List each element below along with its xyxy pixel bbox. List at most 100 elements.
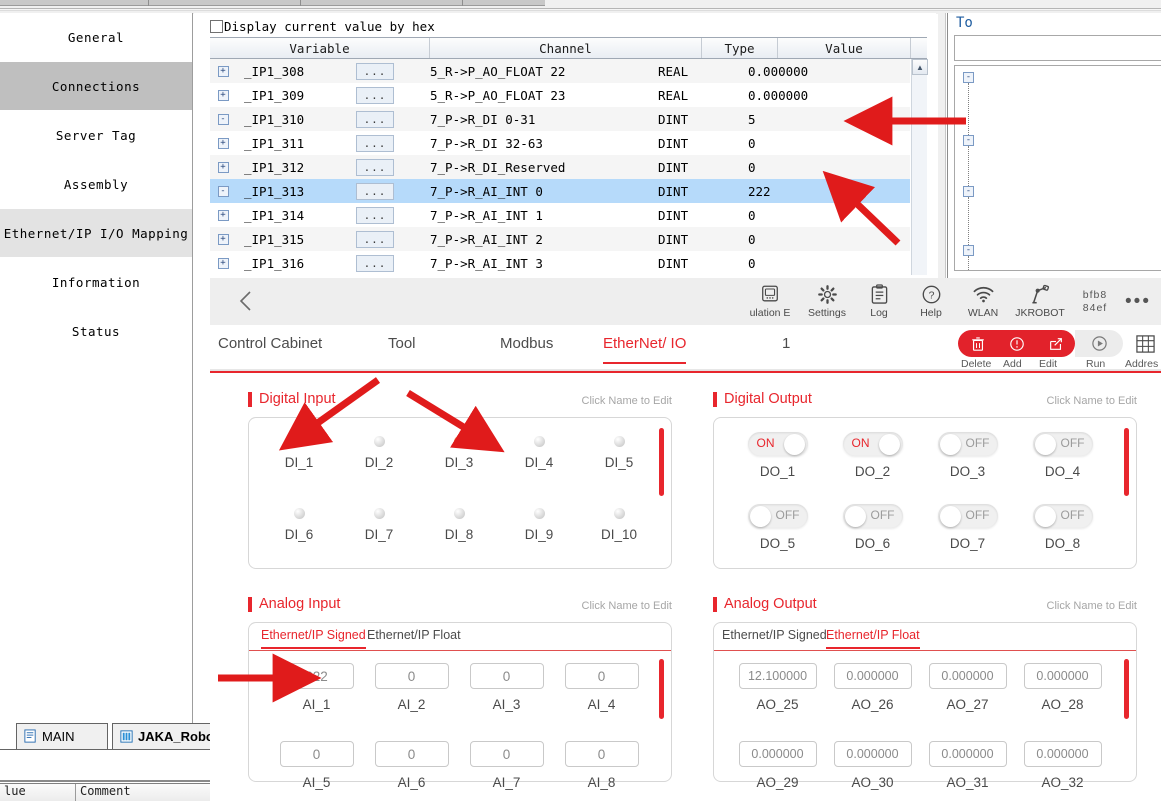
di-item[interactable]: DI_2 xyxy=(339,436,419,470)
expander-cell[interactable]: + xyxy=(210,234,236,245)
ao-label[interactable]: AO_27 xyxy=(946,697,988,712)
ao-value-field[interactable]: 12.100000 xyxy=(739,663,817,689)
ao-label[interactable]: AO_32 xyxy=(1041,775,1083,790)
ao-label[interactable]: AO_30 xyxy=(851,775,893,790)
table-row[interactable]: + _IP1_311 ... 7_P->R_DI 32-63 DINT 0 xyxy=(210,131,910,155)
column-header-channel[interactable]: Channel xyxy=(430,38,702,58)
table-row[interactable]: + _IP1_316 ... 7_P->R_AI_INT 3 DINT 0 xyxy=(210,251,910,275)
ellipsis-icon[interactable]: ••• xyxy=(1119,280,1157,324)
plus-icon[interactable]: + xyxy=(218,210,229,221)
display-hex-checkbox[interactable] xyxy=(210,20,223,33)
ao-item[interactable]: 0.000000AO_29 xyxy=(730,741,825,790)
table-row[interactable]: - _IP1_310 ... 7_P->R_DI 0-31 DINT 5 xyxy=(210,107,910,131)
plus-icon[interactable]: + xyxy=(218,258,229,269)
table-row[interactable]: + _IP1_312 ... 7_P->R_DI_Reserved DINT 0 xyxy=(210,155,910,179)
table-row[interactable]: + _IP1_314 ... 7_P->R_AI_INT 1 DINT 0 xyxy=(210,203,910,227)
pane-splitter[interactable] xyxy=(938,13,946,278)
tool-settings[interactable]: Settings xyxy=(801,280,853,324)
ai-label[interactable]: AI_6 xyxy=(398,775,426,790)
di-item[interactable]: DI_7 xyxy=(339,508,419,542)
tool-robot[interactable]: JKROBOT xyxy=(1009,280,1071,324)
tool-log[interactable]: Log xyxy=(853,280,905,324)
ao-value-field[interactable]: 0.000000 xyxy=(834,663,912,689)
plc-left-nav[interactable]: General Connections Server Tag Assembly … xyxy=(0,13,193,723)
table-row[interactable]: - _IP1_313 ... 7_P->R_AI_INT 0 DINT 222 xyxy=(210,179,910,203)
ai-label[interactable]: AI_2 xyxy=(398,697,426,712)
ai-label[interactable]: AI_5 xyxy=(303,775,331,790)
tool-help[interactable]: ? Help xyxy=(905,280,957,324)
ao-value-field[interactable]: 0.000000 xyxy=(929,741,1007,767)
minus-icon[interactable]: - xyxy=(963,186,974,197)
di-item[interactable]: DI_4 xyxy=(499,436,579,470)
ai-item[interactable]: 0AI_6 xyxy=(364,741,459,790)
do-item[interactable]: OFF DO_4 xyxy=(1015,432,1110,479)
plus-icon[interactable]: + xyxy=(218,90,229,101)
plus-icon[interactable]: + xyxy=(218,234,229,245)
ai-value-field[interactable]: 0 xyxy=(280,741,354,767)
toggle-switch[interactable]: OFF xyxy=(1033,504,1093,528)
browse-button[interactable]: ... xyxy=(356,183,394,200)
tool-simulation[interactable]: ulation E xyxy=(739,280,801,324)
toggle-switch[interactable]: OFF xyxy=(938,432,998,456)
tool-wlan[interactable]: WLAN xyxy=(957,280,1009,324)
expander-cell[interactable]: + xyxy=(210,210,236,221)
tab-tool[interactable]: Tool xyxy=(388,335,416,352)
do-item[interactable]: OFF DO_7 xyxy=(920,504,1015,551)
di-item[interactable]: DI_5 xyxy=(579,436,659,470)
expander-cell[interactable]: - xyxy=(210,186,236,197)
ao-item[interactable]: 0.000000 AO_26 xyxy=(825,663,920,712)
toggle-switch[interactable]: OFF xyxy=(1033,432,1093,456)
subtab-ethernet-ip-float[interactable]: Ethernet/IP Float xyxy=(367,628,461,642)
address-button[interactable] xyxy=(1130,330,1161,357)
browse-button[interactable]: ... xyxy=(356,255,394,272)
do-label[interactable]: DO_6 xyxy=(855,536,890,551)
cell-browse[interactable]: ... xyxy=(356,111,430,128)
tree-view[interactable]: - - - - xyxy=(954,65,1161,271)
toggle-switch[interactable]: OFF xyxy=(843,504,903,528)
edit-button[interactable] xyxy=(1036,330,1075,357)
do-item[interactable]: ON DO_2 xyxy=(825,432,920,479)
ao-item[interactable]: 0.000000AO_28 xyxy=(1015,663,1110,712)
minus-icon[interactable]: - xyxy=(963,135,974,146)
ao-label[interactable]: AO_26 xyxy=(851,697,893,712)
ao-item[interactable]: 0.000000AO_32 xyxy=(1015,741,1110,790)
browse-button[interactable]: ... xyxy=(356,231,394,248)
tab-modbus[interactable]: Modbus xyxy=(500,335,553,352)
toggle-switch[interactable]: OFF xyxy=(938,504,998,528)
tree-search-box[interactable] xyxy=(954,35,1161,61)
di-label[interactable]: DI_8 xyxy=(445,527,474,542)
column-header-value[interactable]: Value xyxy=(778,38,911,58)
do-label[interactable]: DO_7 xyxy=(950,536,985,551)
ai-item[interactable]: 0AI_7 xyxy=(459,741,554,790)
expander-cell[interactable]: + xyxy=(210,138,236,149)
cell-browse[interactable]: ... xyxy=(356,159,430,176)
do-label[interactable]: DO_1 xyxy=(760,464,795,479)
toggle-switch[interactable]: ON xyxy=(843,432,903,456)
ai-item[interactable]: 0AI_8 xyxy=(554,741,649,790)
ao-value-field[interactable]: 0.000000 xyxy=(929,663,1007,689)
ao-item[interactable]: 0.000000AO_31 xyxy=(920,741,1015,790)
back-button[interactable] xyxy=(232,288,258,314)
ao-label[interactable]: AO_25 xyxy=(756,697,798,712)
ai-item[interactable]: 0 AI_5 xyxy=(269,741,364,790)
di-item[interactable]: DI_9 xyxy=(499,508,579,542)
di-item[interactable]: DI_1 xyxy=(259,436,339,470)
di-label[interactable]: DI_4 xyxy=(525,455,554,470)
cell-browse[interactable]: ... xyxy=(356,87,430,104)
di-label[interactable]: DI_10 xyxy=(601,527,637,542)
lower-col-comment[interactable]: Comment xyxy=(76,784,215,801)
ai-label[interactable]: AI_3 xyxy=(493,697,521,712)
cell-browse[interactable]: ... xyxy=(356,63,430,80)
run-button[interactable] xyxy=(1075,330,1123,357)
table-row[interactable]: + _IP1_309 ... 5_R->P_AO_FLOAT 23 REAL 0… xyxy=(210,83,910,107)
table-row[interactable]: + _IP1_315 ... 7_P->R_AI_INT 2 DINT 0 xyxy=(210,227,910,251)
di-label[interactable]: DI_2 xyxy=(365,455,394,470)
do-item[interactable]: OFF DO_3 xyxy=(920,432,1015,479)
ao-value-field[interactable]: 0.000000 xyxy=(1024,663,1102,689)
nav-item-ethernet-ip-io-mapping[interactable]: Ethernet/IP I/O Mapping xyxy=(0,209,192,258)
minus-icon[interactable]: - xyxy=(218,114,229,125)
ao-item[interactable]: 0.000000AO_30 xyxy=(825,741,920,790)
bottom-tab-main[interactable]: MAIN xyxy=(16,723,108,749)
toggle-switch[interactable]: OFF xyxy=(748,504,808,528)
ai-item[interactable]: 222AI_1 xyxy=(269,663,364,712)
